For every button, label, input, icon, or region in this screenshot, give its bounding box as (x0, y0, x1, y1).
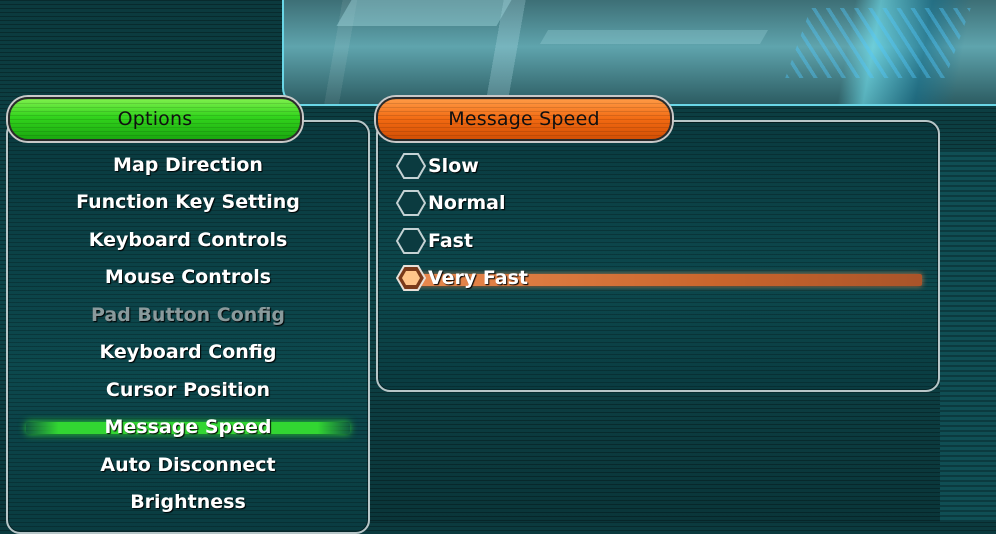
speed-choices: Slow Normal Fast Very Fast (396, 147, 926, 297)
menu-item-label: Map Direction (113, 153, 263, 176)
scenery-beam (539, 30, 769, 44)
message-speed-title-bar: Message Speed (376, 97, 672, 141)
menu-item-keyboard-config[interactable]: Keyboard Config (8, 334, 368, 372)
options-panel: Map Direction Function Key Setting Keybo… (6, 120, 370, 534)
menu-item-label: Message Speed (104, 416, 272, 439)
menu-item-pad-button-config: Pad Button Config (8, 296, 368, 334)
speed-option-normal[interactable]: Normal (396, 185, 926, 223)
menu-item-brightness[interactable]: Brightness (8, 484, 368, 522)
menu-item-cursor-position[interactable]: Cursor Position (8, 371, 368, 409)
scenery-beam (336, 0, 512, 26)
menu-item-label: Keyboard Controls (88, 228, 288, 251)
options-menu: Map Direction Function Key Setting Keybo… (8, 146, 368, 521)
menu-item-label: Brightness (130, 491, 246, 514)
background-scanlines (940, 150, 996, 522)
message-speed-title: Message Speed (448, 108, 600, 130)
speed-option-label: Slow (428, 154, 479, 177)
menu-item-label: Keyboard Config (99, 341, 277, 364)
menu-item-keyboard-controls[interactable]: Keyboard Controls (8, 221, 368, 259)
speed-option-slow[interactable]: Slow (396, 147, 926, 185)
hexagon-radio-icon (396, 151, 426, 181)
message-speed-panel: Slow Normal Fast Very Fast (376, 120, 940, 392)
menu-item-label: Function Key Setting (76, 191, 300, 214)
menu-item-function-key-setting[interactable]: Function Key Setting (8, 184, 368, 222)
scenery-lights (785, 8, 971, 78)
menu-item-label: Auto Disconnect (100, 453, 276, 476)
hexagon-radio-icon (396, 188, 426, 218)
options-title: Options (117, 108, 193, 130)
speed-option-very-fast[interactable]: Very Fast (396, 260, 926, 298)
speed-option-label: Very Fast (428, 267, 529, 290)
menu-item-label: Pad Button Config (90, 303, 286, 326)
speed-option-fast[interactable]: Fast (396, 222, 926, 260)
hexagon-radio-selected-icon (396, 263, 426, 293)
menu-item-message-speed[interactable]: Message Speed (8, 409, 368, 447)
hexagon-radio-icon (396, 226, 426, 256)
menu-item-label: Cursor Position (105, 378, 271, 401)
speed-option-label: Fast (428, 229, 474, 252)
speed-option-label: Normal (428, 192, 506, 215)
menu-item-map-direction[interactable]: Map Direction (8, 146, 368, 184)
menu-item-auto-disconnect[interactable]: Auto Disconnect (8, 446, 368, 484)
background-scenery (282, 0, 996, 106)
menu-item-mouse-controls[interactable]: Mouse Controls (8, 259, 368, 297)
options-title-bar: Options (8, 97, 302, 141)
menu-item-label: Mouse Controls (104, 266, 272, 289)
